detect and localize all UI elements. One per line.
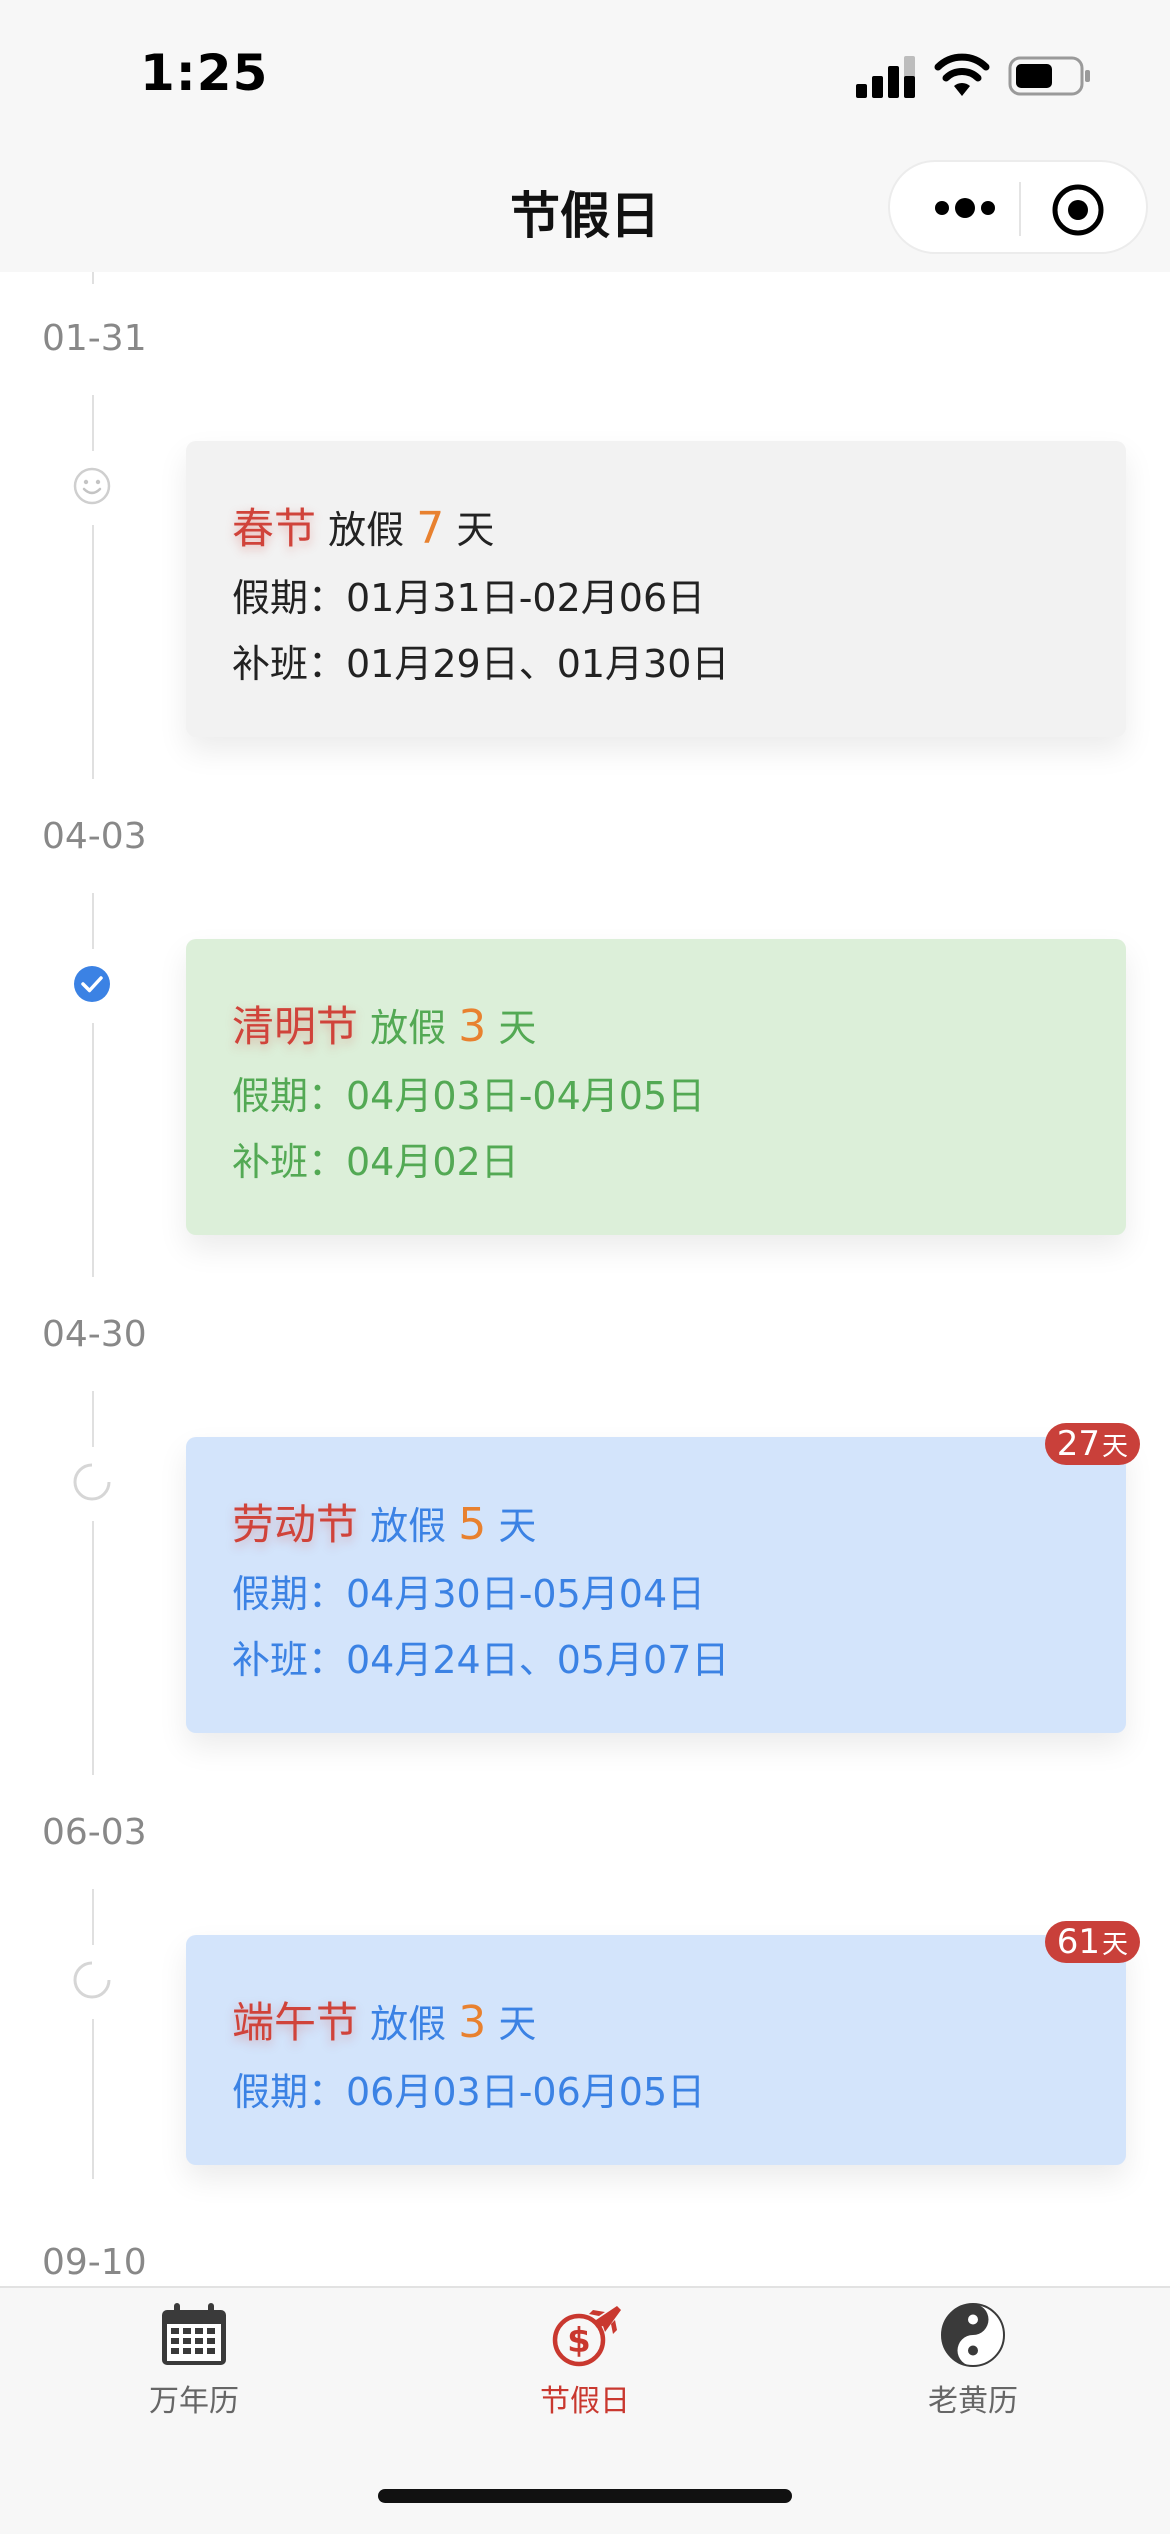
holiday-card[interactable]: 春节 放假 7 天 假期：01月31日-02月06日 补班：01月29日、01月… bbox=[186, 441, 1126, 737]
yin-yang-icon bbox=[941, 2303, 1005, 2367]
timeline-line bbox=[92, 2019, 94, 2179]
timeline-line bbox=[92, 1391, 94, 1447]
timeline-line bbox=[92, 1889, 94, 1945]
makeup-workdays: 补班：04月02日 bbox=[232, 1140, 519, 1184]
countdown-badge: 27天 bbox=[1044, 1423, 1140, 1465]
tab-almanac[interactable]: 老黄历 bbox=[873, 2302, 1073, 2420]
countdown-value: 27 bbox=[1056, 1424, 1100, 1464]
timeline-line bbox=[92, 272, 94, 284]
date-label: 06-03 bbox=[42, 1812, 147, 1853]
holiday-days: 5 bbox=[458, 1499, 487, 1550]
days-unit: 天 bbox=[456, 508, 495, 552]
holiday-period: 假期：06月03日-06月05日 bbox=[232, 2070, 706, 2114]
top-bar: 1:25 节假日 bbox=[0, 0, 1170, 272]
holiday-headline: 春节 放假 7 天 bbox=[232, 495, 494, 556]
timeline-line bbox=[92, 893, 94, 949]
date-label: 04-30 bbox=[42, 1314, 147, 1355]
tab-calendar[interactable]: 万年历 bbox=[94, 2302, 294, 2420]
holiday-period: 假期：04月30日-05月04日 bbox=[232, 1572, 706, 1616]
holiday-money-icon: $ bbox=[552, 2306, 621, 2367]
makeup-workdays: 补班：04月24日、05月07日 bbox=[232, 1638, 730, 1682]
timeline-line bbox=[92, 525, 94, 779]
loading-circle-icon bbox=[73, 1961, 111, 1999]
capsule-divider bbox=[1019, 182, 1021, 236]
holiday-days: 3 bbox=[458, 1997, 487, 2048]
loading-circle-icon bbox=[73, 1463, 111, 1501]
holiday-timeline[interactable]: 01-31 春节 放假 7 天 假期：01月31日-02月06日 补班：01月2… bbox=[0, 272, 1170, 2286]
timeline-line bbox=[92, 1023, 94, 1277]
svg-text:$: $ bbox=[567, 2321, 591, 2361]
countdown-badge: 61天 bbox=[1044, 1921, 1140, 1963]
check-circle-icon bbox=[74, 966, 110, 1002]
cellular-signal-icon bbox=[856, 56, 915, 98]
holiday-name: 清明节 bbox=[232, 1002, 359, 1051]
days-unit: 天 bbox=[498, 2002, 537, 2046]
countdown-unit: 天 bbox=[1101, 1930, 1128, 1960]
holiday-card[interactable]: 清明节 放假 3 天 假期：04月03日-04月05日 补班：04月02日 bbox=[186, 939, 1126, 1235]
off-label: 放假 bbox=[370, 2002, 447, 2046]
holiday-days: 7 bbox=[416, 503, 445, 554]
makeup-workdays: 补班：01月29日、01月30日 bbox=[232, 642, 730, 686]
date-label: 01-31 bbox=[42, 318, 147, 359]
holiday-headline: 端午节 放假 3 天 bbox=[232, 1989, 536, 2050]
holiday-name: 春节 bbox=[232, 504, 317, 553]
tab-label: 万年历 bbox=[149, 2384, 239, 2419]
holiday-period: 假期：01月31日-02月06日 bbox=[232, 576, 706, 620]
timeline-line bbox=[92, 395, 94, 451]
holiday-headline: 清明节 放假 3 天 bbox=[232, 993, 536, 1054]
more-icon[interactable] bbox=[930, 188, 1000, 228]
smile-icon bbox=[73, 467, 111, 505]
off-label: 放假 bbox=[370, 1006, 447, 1050]
off-label: 放假 bbox=[328, 508, 405, 552]
days-unit: 天 bbox=[498, 1504, 537, 1548]
holiday-name: 端午节 bbox=[232, 1998, 359, 2047]
tab-label: 老黄历 bbox=[928, 2384, 1018, 2419]
tab-holiday[interactable]: $ 节假日 bbox=[485, 2302, 685, 2420]
miniprogram-capsule bbox=[888, 160, 1148, 254]
holiday-headline: 劳动节 放假 5 天 bbox=[232, 1491, 536, 1552]
holiday-days: 3 bbox=[458, 1001, 487, 1052]
battery-icon bbox=[1008, 56, 1090, 96]
tab-label: 节假日 bbox=[540, 2384, 630, 2419]
close-target-icon[interactable] bbox=[1050, 182, 1106, 238]
status-time: 1:25 bbox=[140, 44, 269, 102]
calendar-icon bbox=[162, 2303, 226, 2365]
home-indicator bbox=[378, 2489, 792, 2503]
date-label: 09-10 bbox=[42, 2242, 147, 2283]
holiday-period: 假期：04月03日-04月05日 bbox=[232, 1074, 706, 1118]
days-unit: 天 bbox=[498, 1006, 537, 1050]
holiday-card[interactable]: 61天 端午节 放假 3 天 假期：06月03日-06月05日 bbox=[186, 1921, 1140, 2165]
countdown-unit: 天 bbox=[1101, 1432, 1128, 1462]
countdown-value: 61 bbox=[1056, 1922, 1100, 1962]
holiday-card[interactable]: 27天 劳动节 放假 5 天 假期：04月30日-05月04日 补班：04月24… bbox=[186, 1423, 1140, 1733]
timeline-line bbox=[92, 1521, 94, 1775]
date-label: 04-03 bbox=[42, 816, 147, 857]
off-label: 放假 bbox=[370, 1504, 447, 1548]
holiday-name: 劳动节 bbox=[232, 1500, 359, 1549]
wifi-icon bbox=[934, 53, 990, 96]
